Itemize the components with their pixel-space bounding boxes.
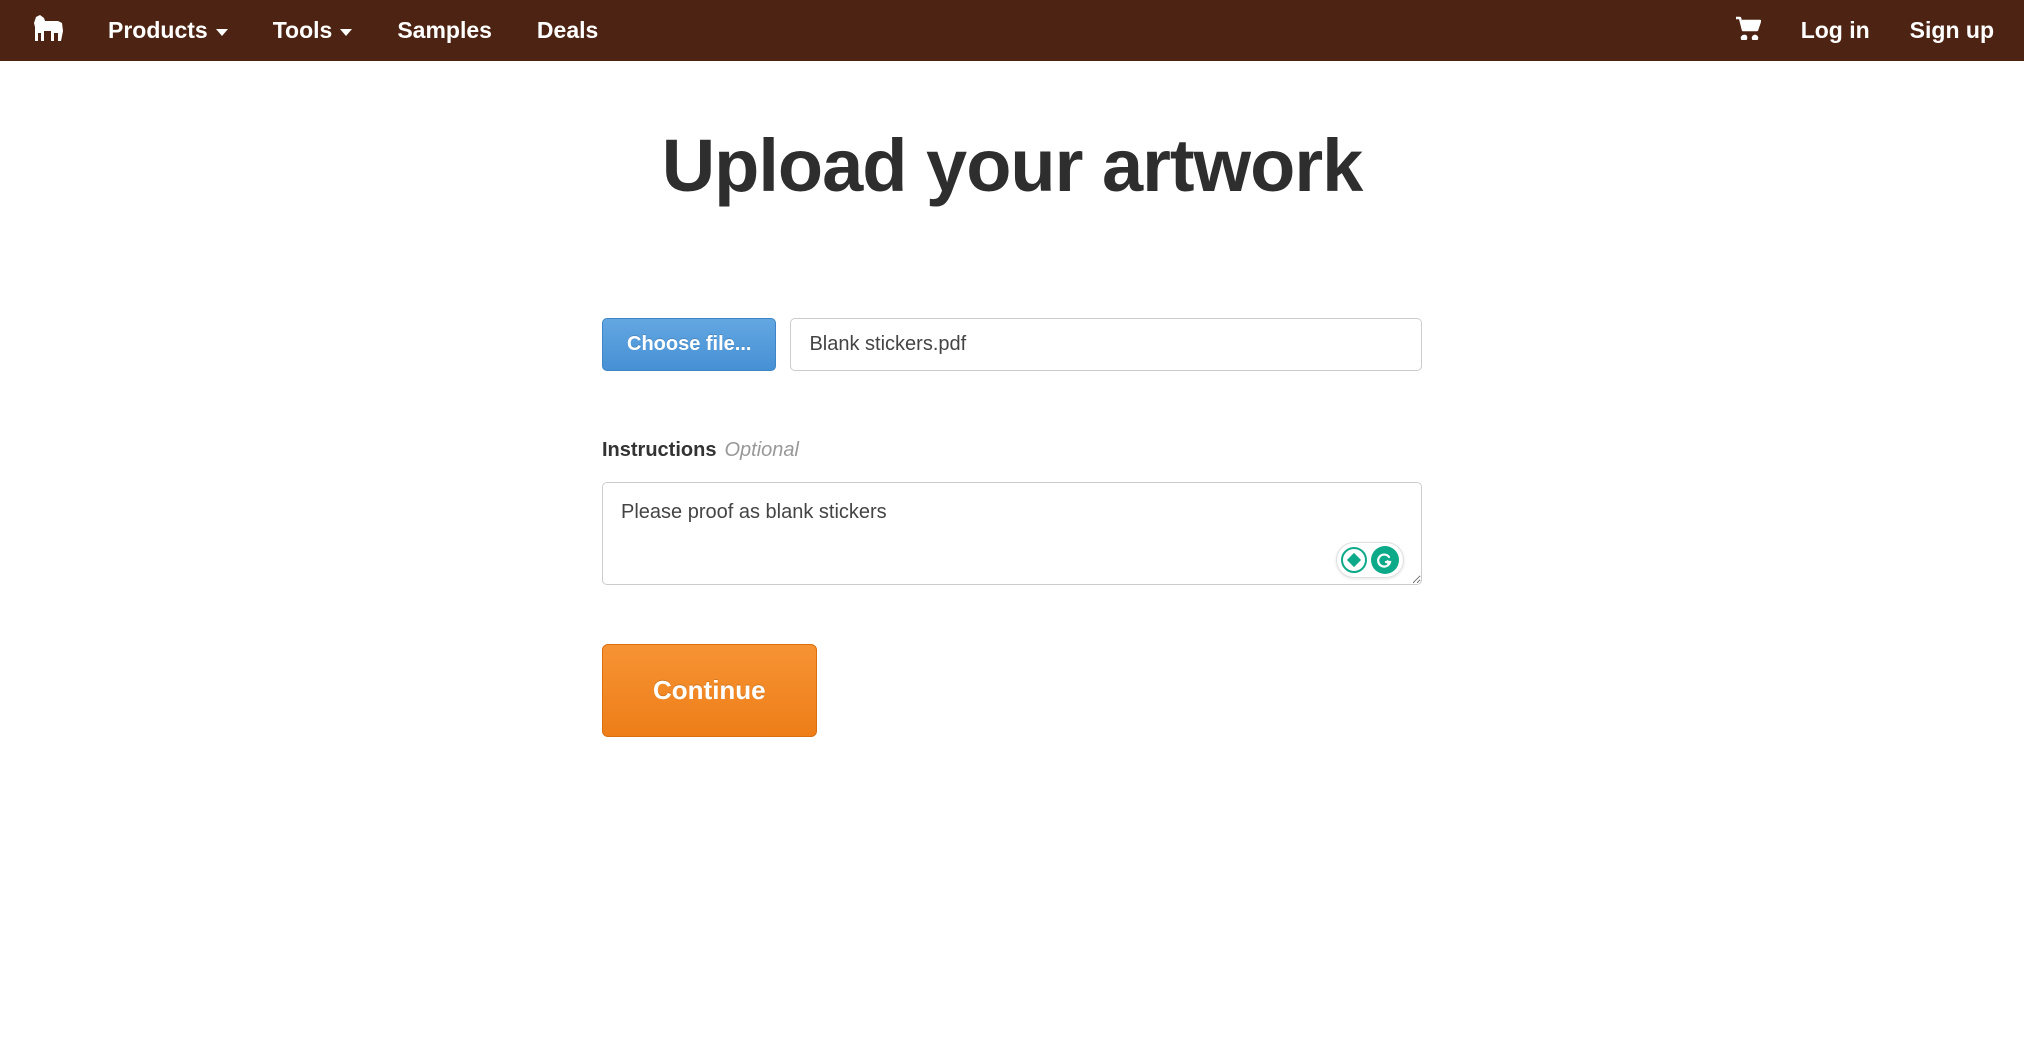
caret-down-icon bbox=[216, 29, 228, 36]
instructions-label-text: Instructions bbox=[602, 439, 716, 462]
nav-tools[interactable]: Tools bbox=[273, 17, 353, 44]
cart-icon[interactable] bbox=[1735, 16, 1761, 45]
caret-down-icon bbox=[340, 29, 352, 36]
nav-login[interactable]: Log in bbox=[1801, 17, 1870, 44]
navbar: Products Tools Samples Deals Log in Sign… bbox=[0, 0, 2024, 61]
nav-products-label: Products bbox=[108, 17, 208, 44]
choose-file-button[interactable]: Choose file... bbox=[602, 318, 776, 371]
nav-products[interactable]: Products bbox=[108, 17, 228, 44]
grammarly-hint-icon bbox=[1341, 547, 1367, 573]
nav-tools-label: Tools bbox=[273, 17, 333, 44]
file-name-input[interactable] bbox=[790, 318, 1422, 371]
instructions-label: Instructions Optional bbox=[602, 439, 1422, 462]
horse-icon bbox=[30, 13, 68, 43]
file-upload-row: Choose file... bbox=[602, 318, 1422, 371]
nav-deals[interactable]: Deals bbox=[537, 17, 598, 44]
logo[interactable] bbox=[30, 13, 68, 48]
textarea-wrapper bbox=[602, 482, 1422, 590]
nav-left: Products Tools Samples Deals bbox=[108, 17, 598, 44]
optional-text: Optional bbox=[724, 439, 799, 462]
page-title: Upload your artwork bbox=[602, 123, 1422, 208]
nav-right: Log in Sign up bbox=[1735, 16, 1994, 45]
instructions-textarea[interactable] bbox=[602, 482, 1422, 585]
content: Upload your artwork Choose file... Instr… bbox=[602, 61, 1422, 799]
nav-deals-label: Deals bbox=[537, 17, 598, 44]
nav-samples-label: Samples bbox=[397, 17, 492, 44]
nav-samples[interactable]: Samples bbox=[397, 17, 492, 44]
grammarly-widget[interactable] bbox=[1336, 542, 1404, 578]
nav-signup[interactable]: Sign up bbox=[1910, 17, 1994, 44]
grammarly-icon bbox=[1371, 546, 1399, 574]
continue-button[interactable]: Continue bbox=[602, 644, 817, 737]
